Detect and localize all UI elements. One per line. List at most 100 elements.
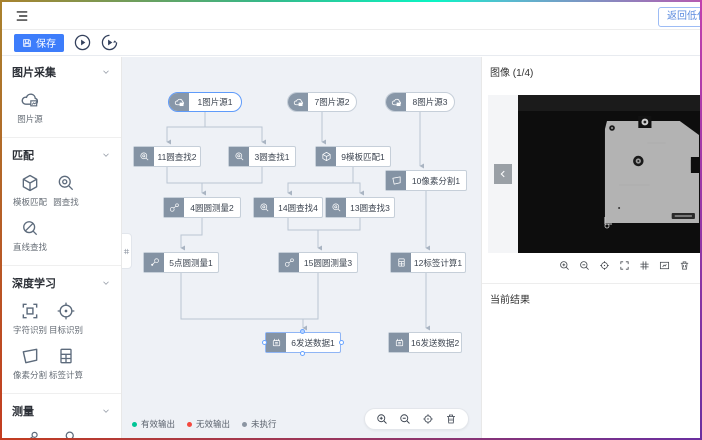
tool-circle-search[interactable]: 圆查找 (49, 173, 83, 208)
locate-icon[interactable] (422, 413, 434, 425)
cube-icon (20, 173, 40, 193)
legend-valid-output: 有效输出 (132, 418, 175, 430)
section-title: 图片采集 (12, 64, 56, 80)
section-title: 深度学习 (12, 275, 56, 291)
back-to-lowcode-button[interactable]: 返回低代 (658, 7, 702, 27)
node-label: 4圆圆测量2 (184, 198, 240, 217)
toolbar: 保存 (2, 30, 700, 56)
workflow-canvas[interactable]: 1图片源1 7图片源2 8图片源3 11圆查找2 3圆查找1 9模板匹配1 10… (122, 57, 481, 438)
node-point-circle-measure-1[interactable]: 5点圆测量1 (143, 252, 219, 273)
grid-icon[interactable] (639, 260, 650, 271)
chevron-down-icon[interactable] (101, 150, 111, 160)
port-handle[interactable] (339, 340, 344, 345)
section-deep-learning: 深度学习 字符识别 目标识别 像素分割 标签计算 (2, 268, 121, 391)
node-image-source-1[interactable]: 1图片源1 (168, 92, 242, 112)
tool-sidebar: 图片采集 图片源 匹配 模板匹配 (2, 57, 122, 438)
result-panel: 图像 (1/4) (481, 57, 700, 438)
save-button[interactable]: 保存 (14, 34, 64, 52)
port-handle[interactable] (300, 351, 305, 356)
node-label: 8图片源3 (406, 93, 454, 111)
cloud-image-icon (386, 93, 406, 111)
chevron-down-icon[interactable] (101, 278, 111, 288)
circle-circle-measure-icon (20, 429, 40, 438)
node-label: 14圆查找4 (274, 198, 322, 217)
zoom-in-icon[interactable] (559, 260, 570, 271)
tool-segmentation[interactable]: 像素分割 (13, 346, 47, 381)
node-circle-circle-measure-3[interactable]: 15圆圆测量3 (278, 252, 358, 273)
status-legend: 有效输出 无效输出 未执行 (132, 418, 277, 430)
run-loop-button[interactable] (101, 34, 118, 51)
save-label: 保存 (36, 35, 56, 50)
circle-search-icon (134, 147, 154, 166)
node-send-data-1[interactable]: 6发送数据1 (265, 332, 341, 353)
port-handle[interactable] (262, 340, 267, 345)
tool-label-calc[interactable]: 标签计算 (49, 346, 83, 381)
node-label-calc-1[interactable]: 12标签计算1 (390, 252, 466, 273)
node-label: 12标签计算1 (411, 253, 465, 272)
locate-icon[interactable] (599, 260, 610, 271)
image-viewer (488, 95, 700, 253)
image-nav-strip (488, 95, 518, 253)
inspection-image[interactable] (518, 95, 700, 253)
ocr-icon (20, 301, 40, 321)
node-label: 13圆查找3 (346, 198, 394, 217)
prev-image-button[interactable] (494, 164, 512, 184)
section-title: 匹配 (12, 147, 34, 163)
point-circle-measure-icon (56, 429, 76, 438)
tool-ocr[interactable]: 字符识别 (13, 301, 47, 336)
node-circle-search-2[interactable]: 11圆查找2 (133, 146, 201, 167)
cloud-image-icon (288, 93, 308, 111)
node-image-source-2[interactable]: 7图片源2 (287, 92, 357, 112)
fit-image-icon[interactable] (659, 260, 670, 271)
tool-circle-circle-measure[interactable]: 圆圆测量 (13, 429, 47, 438)
section-matching: 匹配 模板匹配 圆查找 直线查找 (2, 140, 121, 263)
fullscreen-icon[interactable] (619, 260, 630, 271)
node-label: 10像素分割1 (406, 171, 466, 190)
trash-icon[interactable] (445, 413, 457, 425)
port-handle[interactable] (300, 329, 305, 334)
tool-point-circle-measure[interactable]: 点圆测量 (49, 429, 83, 438)
cloud-image-icon (169, 93, 189, 111)
image-toolbar (559, 260, 690, 271)
line-search-icon (20, 218, 40, 238)
chevron-down-icon[interactable] (101, 406, 111, 416)
app-window: 返回低代 保存 图片采集 图片源 匹配 (0, 0, 702, 440)
node-circle-search-4[interactable]: 14圆查找4 (253, 197, 323, 218)
tool-target-detect[interactable]: 目标识别 (49, 301, 83, 336)
legend-invalid-output: 无效输出 (187, 418, 230, 430)
node-circle-search-1[interactable]: 3圆查找1 (228, 146, 296, 167)
tool-template-match[interactable]: 模板匹配 (13, 173, 47, 208)
chevron-down-icon[interactable] (101, 67, 111, 77)
node-circle-search-3[interactable]: 13圆查找3 (325, 197, 395, 218)
node-label: 3圆查找1 (249, 147, 295, 166)
node-segmentation-1[interactable]: 10像素分割1 (385, 170, 467, 191)
tool-image-source[interactable]: 图片源 (13, 90, 47, 125)
current-results-title: 当前结果 (490, 291, 530, 306)
section-measure: 测量 圆圆测量 点圆测量 点点测量 (2, 396, 121, 438)
trash-icon[interactable] (679, 260, 690, 271)
node-label: 9模板匹配1 (336, 147, 390, 166)
image-panel-title: 图像 (1/4) (490, 64, 533, 79)
red-dot (187, 422, 192, 427)
node-circle-circle-measure-2[interactable]: 4圆圆测量2 (163, 197, 241, 218)
zoom-out-icon[interactable] (399, 413, 411, 425)
circle-circle-measure-icon (164, 198, 184, 217)
sidebar-collapse-handle[interactable] (122, 233, 132, 269)
header-bar: 返回低代 (2, 2, 700, 30)
zoom-in-icon[interactable] (376, 413, 388, 425)
zoom-out-icon[interactable] (579, 260, 590, 271)
target-icon (56, 301, 76, 321)
send-data-icon (389, 333, 409, 352)
section-image-capture: 图片采集 图片源 (2, 57, 121, 135)
cloud-image-icon (20, 90, 40, 110)
green-dot (132, 422, 137, 427)
run-once-button[interactable] (74, 34, 91, 51)
node-send-data-2[interactable]: 16发送数据2 (388, 332, 462, 353)
tool-line-search[interactable]: 直线查找 (13, 218, 47, 253)
menu-icon[interactable] (14, 9, 30, 23)
node-template-match-1[interactable]: 9模板匹配1 (315, 146, 391, 167)
node-image-source-3[interactable]: 8图片源3 (385, 92, 455, 112)
point-circle-measure-icon (144, 253, 164, 272)
node-label: 6发送数据1 (286, 333, 340, 352)
label-calc-icon (391, 253, 411, 272)
